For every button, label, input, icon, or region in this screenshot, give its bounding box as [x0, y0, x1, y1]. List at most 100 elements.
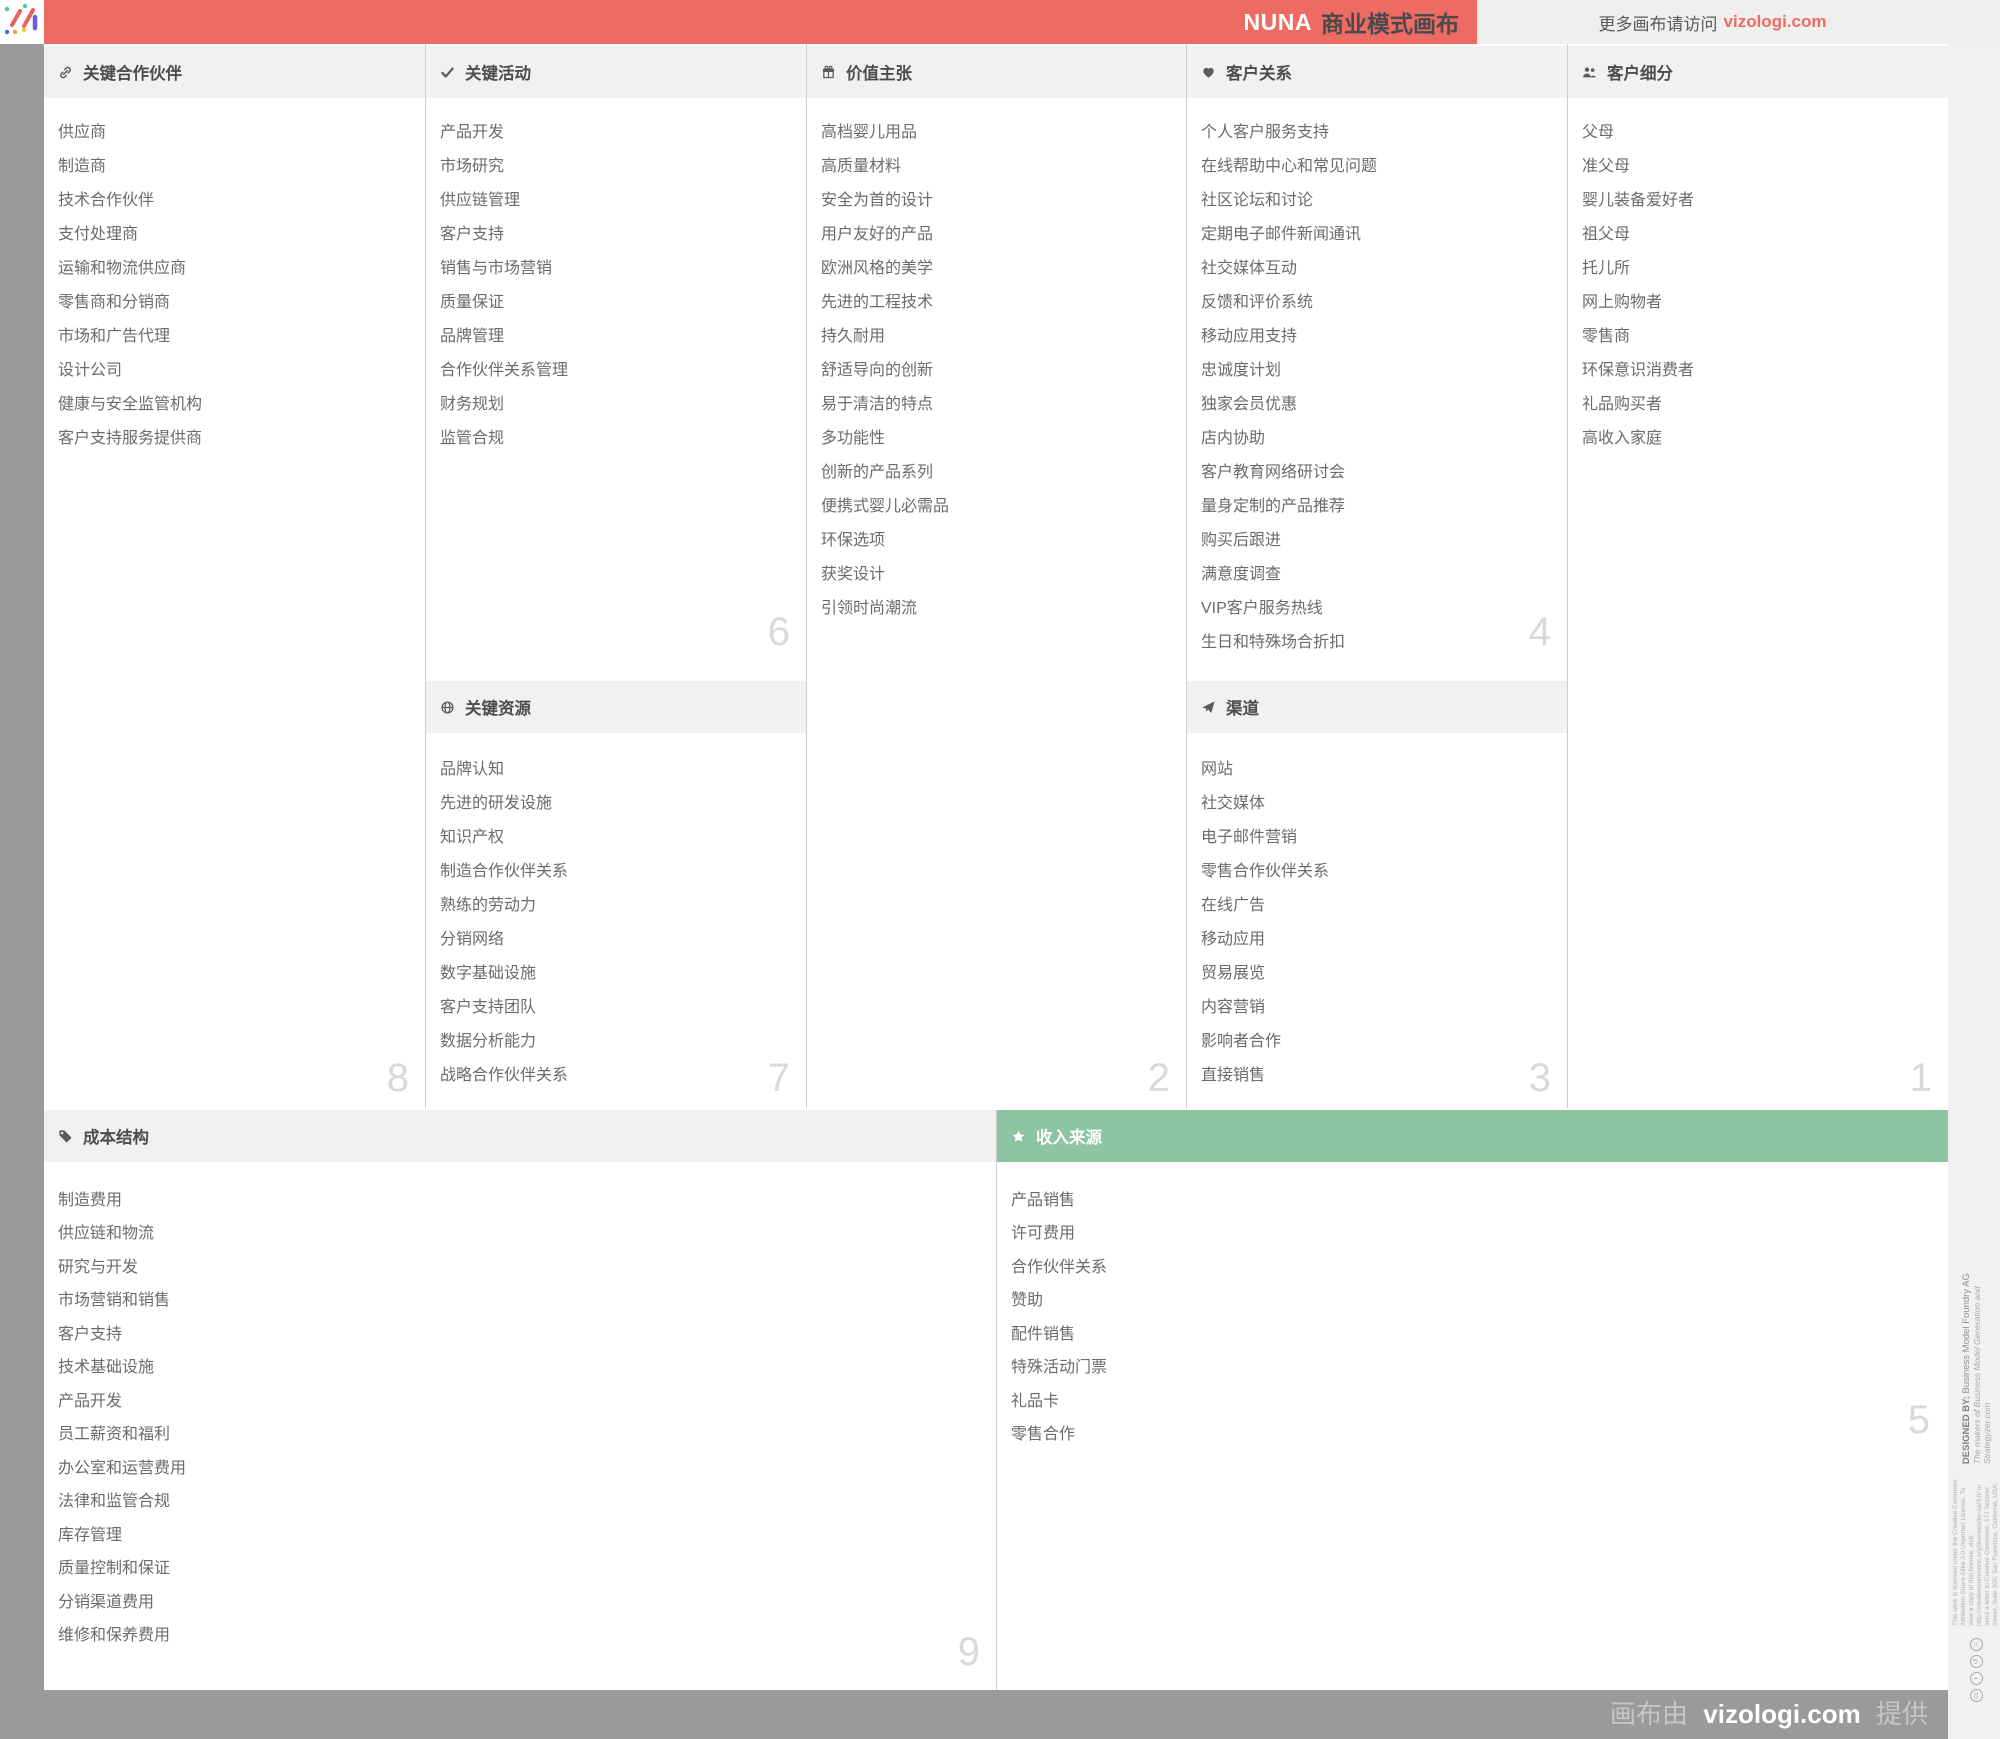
- list-item: 战略合作伙伴关系: [440, 1067, 569, 1084]
- list-item: 熟练的劳动力: [440, 897, 537, 914]
- more-canvases-text: 更多画布请访问: [1598, 14, 1718, 34]
- list-item: 网上购物者: [1582, 294, 1663, 311]
- list-item: 健康与安全监管机构: [58, 396, 203, 413]
- section-title: 关键活动: [465, 65, 531, 83]
- list-item: 合作伙伴关系管理: [440, 362, 569, 379]
- list-item: 多功能性: [821, 430, 886, 447]
- value-propositions-list: 高档婴儿用品 高质量材料 安全为首的设计 用户友好的产品 欧洲风格的美学 先进的工程技术持…: [821, 113, 1176, 623]
- list-item: 移动应用: [1201, 931, 1266, 948]
- section-revenue-streams: 收入来源 产品销售 许可费用 合作伙伴关系 赞助 配件销售 特殊活动门票 礼品卡 零售合作 5: [996, 1110, 1948, 1690]
- cc-icon: cc: [1969, 1689, 1983, 1702]
- list-item: 内容营销: [1201, 999, 1266, 1016]
- designed-by-label: DESIGNED BY:: [1960, 1396, 1972, 1465]
- section-title: 关键资源: [465, 700, 531, 718]
- list-item: 网站: [1201, 761, 1234, 778]
- list-item: 研究与开发: [58, 1258, 139, 1276]
- footer-bar: 画布由 vizologi.com 提供: [0, 1690, 1948, 1739]
- list-item: 数字基础设施: [440, 965, 537, 982]
- list-item: 市场研究: [440, 158, 505, 175]
- key-resources-list: 品牌认知 先进的研发设施 知识产权 制造合作伙伴关系 熟练的劳动力 分销网络 数字基础设施客…: [440, 750, 796, 1090]
- designed-by-line: DESIGNED BY: Business Model Foundry AG: [1961, 1272, 1972, 1464]
- list-item: 独家会员优惠: [1201, 396, 1298, 413]
- list-item: 市场营销和销售: [58, 1292, 171, 1310]
- cc-by-icon: i: [1969, 1672, 1983, 1685]
- list-item: 配件销售: [1011, 1325, 1076, 1343]
- list-item: 产品开发: [440, 124, 505, 141]
- section-title: 客户关系: [1226, 65, 1292, 83]
- creative-commons-icons: cc i ↺ =: [1969, 1638, 1983, 1702]
- list-item: 数据分析能力: [440, 1033, 537, 1050]
- section-number: 2: [1147, 1056, 1170, 1100]
- list-item: 高质量材料: [821, 158, 902, 175]
- more-canvases-note: 更多画布请访问 vizologi.com: [1477, 0, 1948, 44]
- list-item: 监管合规: [440, 430, 505, 447]
- list-item: 法律和监管合规: [58, 1493, 171, 1511]
- list-item: 制造合作伙伴关系: [440, 863, 569, 880]
- list-item: 直接销售: [1201, 1067, 1266, 1084]
- revenue-streams-list: 产品销售 许可费用 合作伙伴关系 赞助 配件销售 特殊活动门票 礼品卡 零售合作: [1011, 1181, 1938, 1449]
- list-item: VIP客户服务热线: [1201, 600, 1323, 617]
- list-item: 销售与市场营销: [440, 260, 553, 277]
- key-activities-header: 关键活动: [426, 46, 806, 98]
- list-item: 礼品卡: [1011, 1392, 1060, 1410]
- makers-line: The makers of Business Model Generation …: [1971, 1286, 1992, 1465]
- list-item: 设计公司: [58, 362, 123, 379]
- key-activities-list: 产品开发 市场研究 供应链管理 客户支持 销售与市场营销 质量保证 品牌管理 合作伙伴关系管理…: [440, 113, 796, 453]
- list-item: 技术合作伙伴: [58, 192, 155, 209]
- vizologi-logo-icon: [4, 3, 38, 35]
- value-propositions-header: 价值主张: [807, 46, 1186, 98]
- customer-segments-list: 父母 准父母 婴儿装备爱好者 祖父母 托儿所 网上购物者 零售商 环保意识消费者 礼品购买者 高收…: [1582, 113, 1938, 453]
- list-item: 舒适导向的创新: [821, 362, 934, 379]
- list-item: 特殊活动门票: [1011, 1359, 1108, 1377]
- globe-icon: [441, 700, 454, 714]
- revenue-streams-header: 收入来源: [997, 1110, 1948, 1162]
- list-item: 库存管理: [58, 1526, 123, 1544]
- list-item: 零售合作伙伴关系: [1201, 863, 1330, 880]
- list-item: 在线帮助中心和常见问题: [1201, 158, 1378, 175]
- list-item: 先进的工程技术: [821, 294, 934, 311]
- section-title: 价值主张: [846, 65, 912, 83]
- section-number: 8: [386, 1056, 409, 1100]
- list-item: 合作伙伴关系: [1011, 1258, 1108, 1276]
- vizologi-link[interactable]: vizologi.com: [1724, 12, 1827, 32]
- key-partners-list: 供应商 制造商 技术合作伙伴 支付处理商 运输和物流供应商 零售商和分销商 市场和广告代理设…: [58, 113, 415, 453]
- list-item: 质量保证: [440, 294, 505, 311]
- list-item: 品牌管理: [440, 328, 505, 345]
- list-item: 社交媒体: [1201, 795, 1266, 812]
- list-item: 供应链管理: [440, 192, 521, 209]
- license-sidebar: cc i ↺ = This work is licensed under the…: [1952, 1272, 1999, 1702]
- list-item: 许可费用: [1011, 1225, 1076, 1243]
- list-item: 零售商和分销商: [58, 294, 171, 311]
- list-item: 高收入家庭: [1582, 430, 1663, 447]
- cost-structure-list: 制造费用 供应链和物流 研究与开发 市场营销和销售 客户支持 技术基础设施 产品开发 员工薪资…: [58, 1181, 986, 1650]
- list-item: 用户友好的产品: [821, 226, 934, 243]
- section-key-activities-resources: 关键活动 产品开发 市场研究 供应链管理 客户支持 销售与市场营销 质量保证 品牌管理 合作伙…: [425, 44, 806, 1108]
- list-item: 客户支持服务提供商: [58, 430, 203, 447]
- list-item: 客户教育网络研讨会: [1201, 464, 1346, 481]
- designed-by-name: Business Model Foundry AG: [1960, 1273, 1972, 1394]
- section-number: 4: [1528, 610, 1551, 654]
- section-number: 3: [1528, 1056, 1551, 1100]
- list-item: 准父母: [1582, 158, 1631, 175]
- list-item: 父母: [1582, 124, 1615, 141]
- list-item: 技术基础设施: [58, 1359, 155, 1377]
- list-item: 零售合作: [1011, 1426, 1076, 1444]
- cost-structure-header: 成本结构: [44, 1110, 996, 1162]
- vizologi-logo[interactable]: [0, 0, 44, 44]
- section-number: 5: [1907, 1398, 1930, 1442]
- list-item: 个人客户服务支持: [1201, 124, 1330, 141]
- list-item: 社交媒体互动: [1201, 260, 1298, 277]
- customer-segments-header: 客户细分: [1568, 46, 1948, 98]
- list-item: 反馈和评价系统: [1201, 294, 1314, 311]
- cc-sa-icon: ↺: [1969, 1655, 1983, 1668]
- check-icon: [441, 66, 454, 78]
- footer-vizologi-link[interactable]: vizologi.com: [1703, 1699, 1860, 1729]
- section-key-partners: 关键合作伙伴 供应商 制造商 技术合作伙伴 支付处理商 运输和物流供应商 零售商和分销商市…: [44, 44, 425, 1108]
- section-title: 渠道: [1226, 700, 1259, 718]
- list-item: 产品销售: [1011, 1191, 1076, 1209]
- customer-relationships-list: 个人客户服务支持 在线帮助中心和常见问题 社区论坛和讨论 定期电子邮件新闻通讯 社交媒体…: [1201, 113, 1557, 657]
- section-title: 收入来源: [1036, 1129, 1102, 1147]
- list-item: 便携式婴儿必需品: [821, 498, 950, 515]
- list-item: 创新的产品系列: [821, 464, 934, 481]
- list-item: 分销网络: [440, 931, 505, 948]
